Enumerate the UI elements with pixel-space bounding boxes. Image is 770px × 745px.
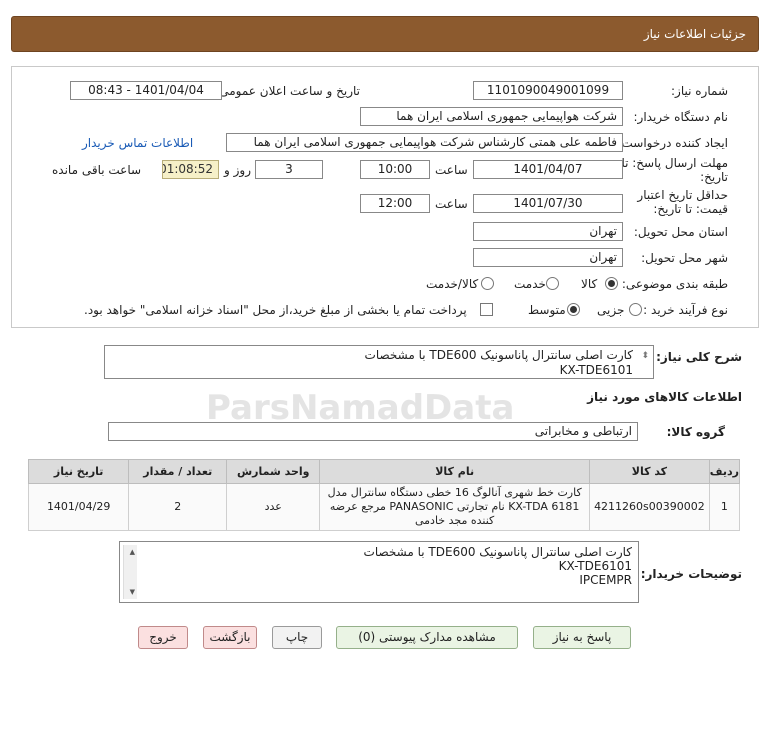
- purchase-option-medium: متوسط: [528, 303, 566, 317]
- table-row: 1 4211260s00390002 کارت خط شهری آنالوگ 1…: [27, 483, 741, 531]
- goods-section-title: اطلاعات کالاهای مورد نیاز: [587, 390, 742, 404]
- reply-date-field: 1401/04/07: [473, 160, 623, 179]
- general-description-line1: کارت اصلی سانترال پاناسونیک TDE600 با مش…: [364, 348, 633, 362]
- purchase-type-label: نوع فرآیند خرید :: [643, 303, 728, 317]
- reply-deadline-label: مهلت ارسال پاسخ: تا: [621, 156, 728, 170]
- announce-datetime-label: تاریخ و ساعت اعلان عمومی:: [215, 84, 360, 98]
- need-number-label: شماره نیاز:: [671, 84, 728, 98]
- category-radio-service[interactable]: [546, 277, 559, 290]
- reply-button[interactable]: پاسخ به نیاز: [533, 626, 631, 649]
- price-validity-label: حداقل تاریخ اعتبار: [637, 188, 728, 202]
- col-name: نام کالا: [319, 459, 591, 484]
- scroll-down-icon[interactable]: ▼: [130, 585, 135, 599]
- buyer-notes-label: توضیحات خریدار:: [640, 567, 742, 581]
- delivery-province-label: استان محل تحویل:: [633, 225, 728, 239]
- general-description-box: ⬍ کارت اصلی سانترال پاناسونیک TDE600 با …: [104, 345, 654, 379]
- reply-time-field: 10:00: [360, 160, 430, 179]
- delivery-city-field: تهران: [473, 248, 623, 267]
- buyer-notes-box: ▲ ▼ کارت اصلی سانترال پاناسونیک TDE600 ب…: [119, 541, 639, 603]
- col-row: ردیف: [708, 459, 741, 484]
- purchase-option-minor: جزیی: [597, 303, 625, 317]
- buyer-contact-link[interactable]: اطلاعات تماس خریدار: [82, 136, 193, 150]
- price-validity-time-field: 12:00: [360, 194, 430, 213]
- cell-code: 4211260s00390002: [589, 483, 710, 531]
- buyer-notes-line1: کارت اصلی سانترال پاناسونیک TDE600 با مش…: [363, 545, 632, 559]
- general-description-label: شرح کلی نیاز:: [656, 350, 742, 364]
- exit-button[interactable]: خروج: [138, 626, 188, 649]
- category-option-goods: کالا: [581, 277, 598, 291]
- category-option-service: خدمت: [514, 277, 546, 291]
- buyer-notes-line3: IPCEMPR: [579, 573, 632, 587]
- need-number-field: 1101090049001099: [473, 81, 623, 100]
- resize-handle-icon[interactable]: ⬍: [641, 349, 649, 364]
- reply-time-label: ساعت: [435, 163, 468, 177]
- remaining-time-field: 01:08:52: [162, 160, 219, 179]
- requester-field: فاطمه علی همتی کارشناس شرکت هواپیمایی جم…: [226, 133, 623, 152]
- purchase-radio-medium[interactable]: [567, 303, 580, 316]
- category-radio-goods-service[interactable]: [481, 277, 494, 290]
- category-option-goods-service: کالا/خدمت: [426, 277, 479, 291]
- announce-datetime-field: 1401/04/04 - 08:43: [70, 81, 222, 100]
- buyer-org-label: نام دستگاه خریدار:: [633, 110, 729, 124]
- col-qty: تعداد / مقدار: [128, 459, 228, 484]
- purchase-radio-minor[interactable]: [629, 303, 642, 316]
- buyer-org-field: شرکت هواپیمایی جمهوری اسلامی ایران هما: [360, 107, 623, 126]
- cell-date: 1401/04/29: [27, 483, 130, 531]
- scroll-up-icon[interactable]: ▲: [130, 545, 135, 559]
- delivery-city-label: شهر محل تحویل:: [641, 251, 728, 265]
- reply-deadline-label-2: تاریخ:: [700, 170, 728, 184]
- cell-unit: عدد: [226, 483, 321, 531]
- attachments-button[interactable]: مشاهده مدارک پیوستی (0): [336, 626, 518, 649]
- items-table: ردیف کد کالا نام کالا واحد شمارش تعداد /…: [27, 459, 741, 531]
- col-code: کد کالا: [589, 459, 710, 484]
- goods-group-field: ارتباطی و مخابراتی: [108, 422, 638, 441]
- cell-row: 1: [708, 483, 741, 531]
- treasury-checkbox[interactable]: [480, 303, 493, 316]
- price-validity-date-field: 1401/07/30: [473, 194, 623, 213]
- goods-group-label: گروه کالا:: [666, 425, 725, 439]
- general-description-line2: KX-TDE6101: [559, 363, 633, 377]
- requester-label: ایجاد کننده درخواست:: [617, 136, 728, 150]
- days-label: روز و: [224, 163, 251, 177]
- col-date: تاریخ نیاز: [27, 459, 130, 484]
- info-panel: شماره نیاز: 1101090049001099 تاریخ و ساع…: [11, 66, 759, 328]
- treasury-note: پرداخت تمام یا بخشی از مبلغ خرید،از محل …: [84, 303, 467, 317]
- cell-qty: 2: [128, 483, 228, 531]
- category-radio-goods[interactable]: [605, 277, 618, 290]
- buyer-notes-scrollbar[interactable]: ▲ ▼: [123, 545, 137, 599]
- days-field: 3: [255, 160, 323, 179]
- delivery-province-field: تهران: [473, 222, 623, 241]
- price-validity-label-2: قیمت: تا تاریخ:: [653, 202, 728, 216]
- cell-name: کارت خط شهری آنالوگ 16 خطی دستگاه سانترا…: [319, 483, 591, 531]
- col-unit: واحد شمارش: [226, 459, 321, 484]
- price-validity-time-label: ساعت: [435, 197, 468, 211]
- buyer-notes-line2: KX-TDE6101: [558, 559, 632, 573]
- back-button[interactable]: بازگشت: [203, 626, 257, 649]
- print-button[interactable]: چاپ: [272, 626, 322, 649]
- table-header-row: ردیف کد کالا نام کالا واحد شمارش تعداد /…: [27, 459, 741, 484]
- category-label: طبقه بندی موضوعی:: [621, 277, 728, 291]
- remaining-time-label: ساعت باقی مانده: [52, 163, 142, 177]
- page-title: جزئیات اطلاعات نیاز: [643, 27, 746, 41]
- page-header: جزئیات اطلاعات نیاز: [11, 16, 759, 52]
